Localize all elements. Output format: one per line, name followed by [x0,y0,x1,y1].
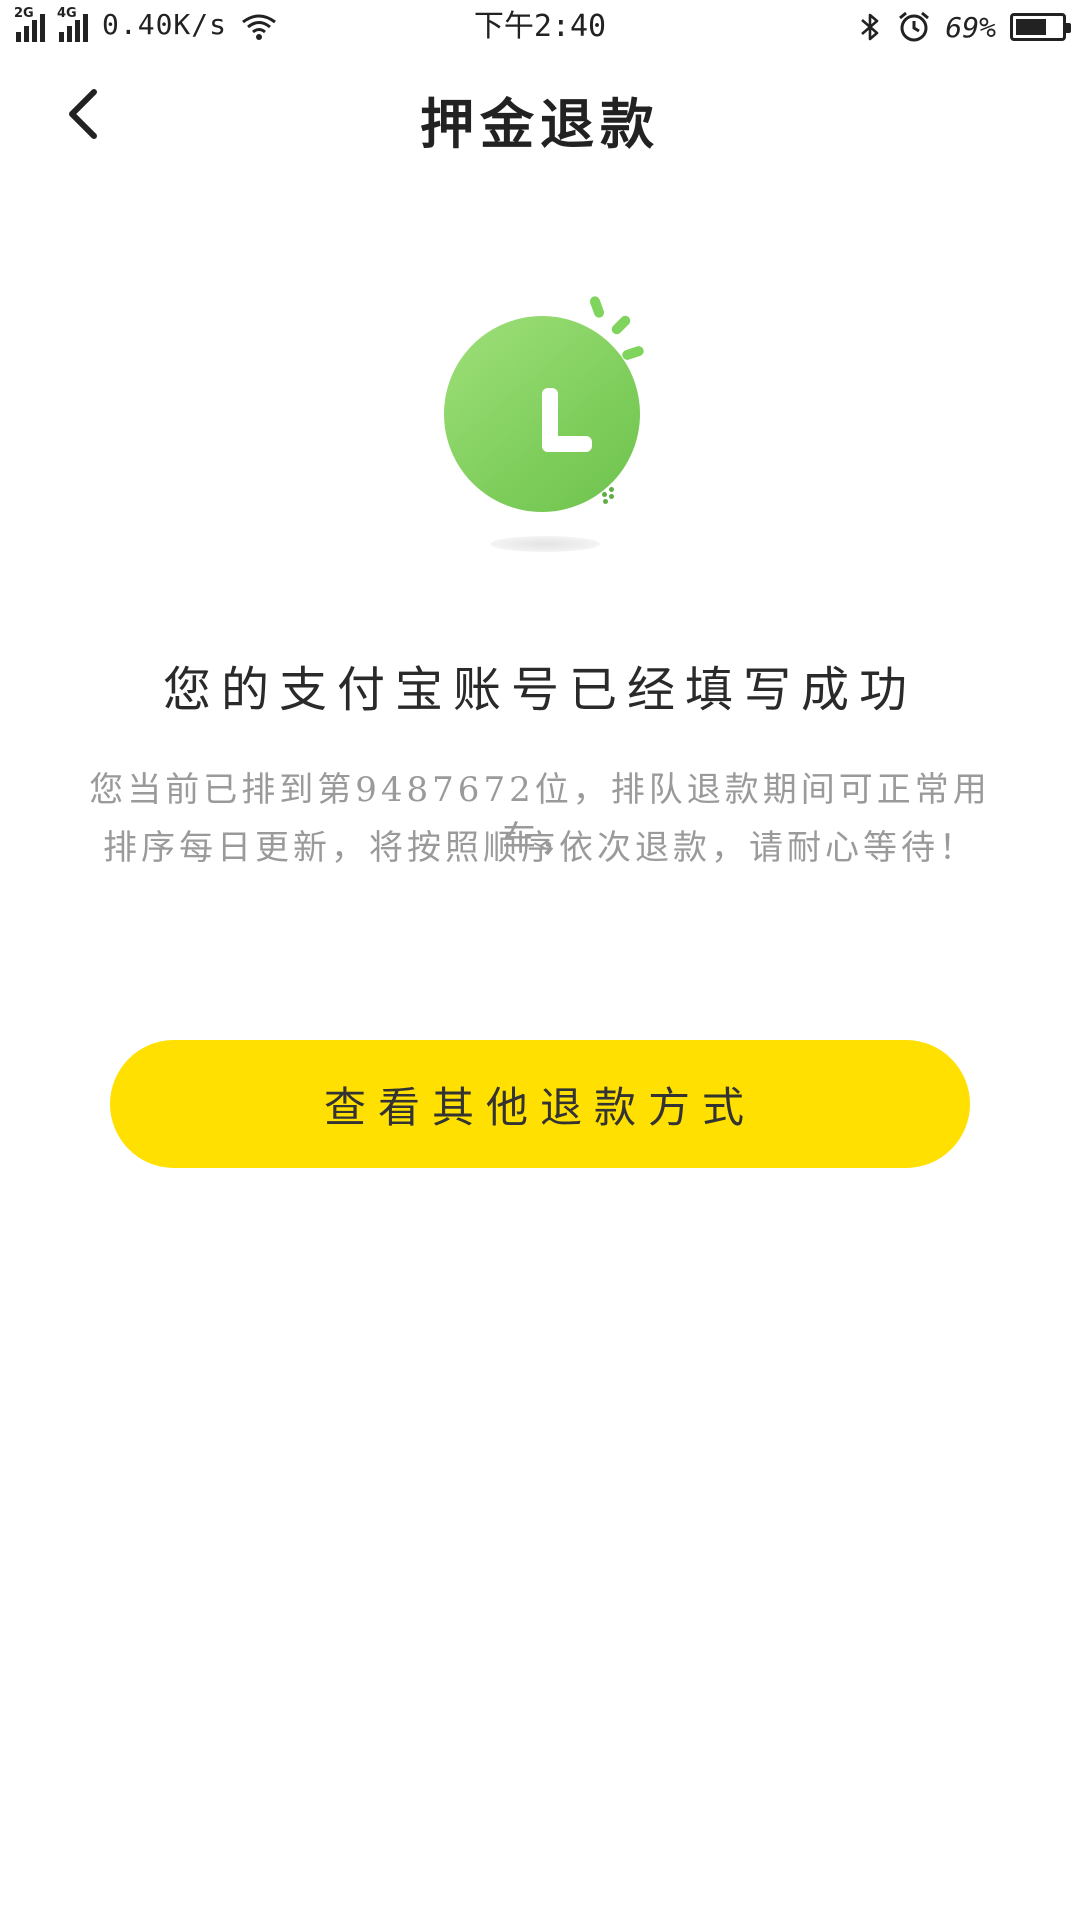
page-title: 押金退款 [420,93,660,156]
battery-icon [1010,13,1071,41]
page: 2G 4G 0.40K/s 下午2:40 69% 押金退款 您的支付宝账号已经填… [0,0,1080,1920]
clock-illustration [430,290,670,560]
clock-shadow [490,536,600,552]
alarm-icon [899,11,930,42]
clock-icon [444,316,640,512]
status-right: 69% [857,8,1071,46]
battery-percent: 69% [945,10,996,44]
battery-fill [1016,19,1047,35]
nav-bar: 押金退款 [0,54,1080,174]
success-headline: 您的支付宝账号已经填写成功 [162,662,917,718]
other-refund-methods-button[interactable]: 查看其他退款方式 [110,1040,970,1168]
status-bar: 2G 4G 0.40K/s 下午2:40 69% [0,0,1080,54]
bluetooth-icon [861,13,879,41]
queue-info-line-2: 排序每日更新，将按照顺序依次退款，请耐心等待！ [103,828,977,868]
